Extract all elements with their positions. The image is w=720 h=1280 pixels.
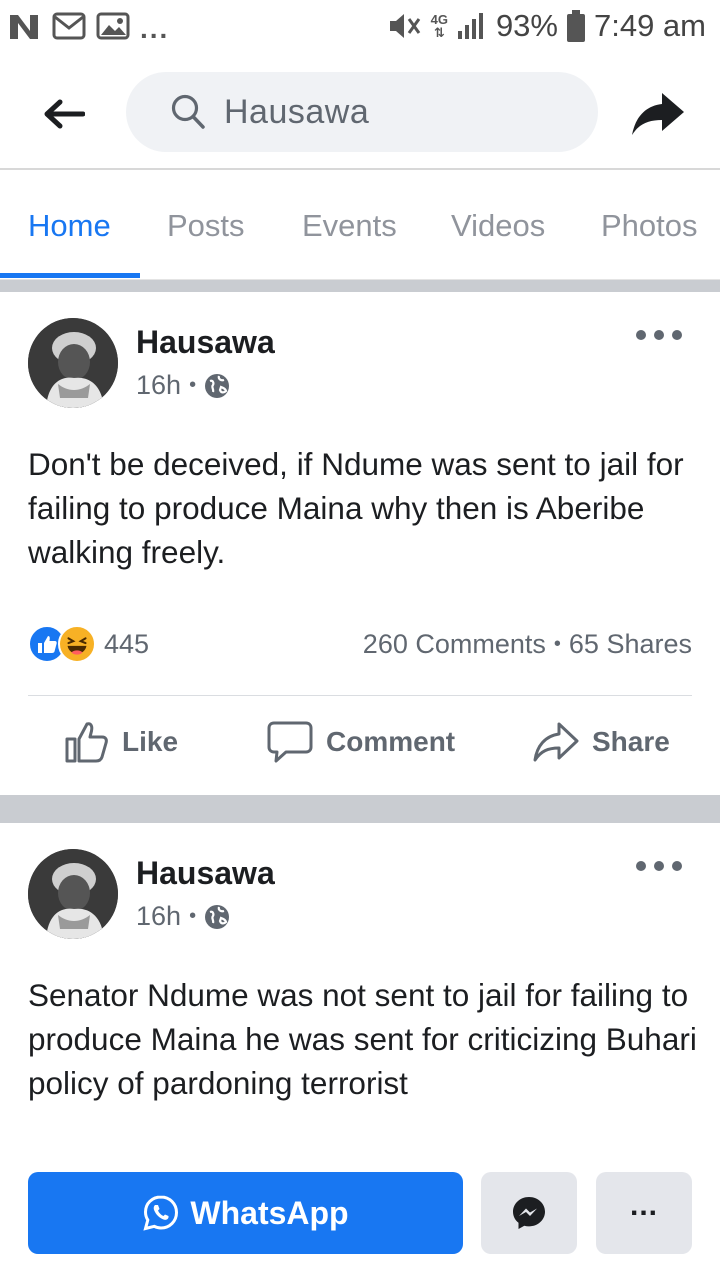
whatsapp-icon	[143, 1195, 179, 1231]
more-options-label: ...	[629, 1189, 658, 1222]
avatar-image	[28, 318, 118, 408]
clock: 7:49 am	[593, 8, 706, 43]
post-options-button[interactable]	[636, 320, 682, 350]
page-tabs: Home Posts Events Videos Photos	[0, 170, 720, 280]
more-dot	[636, 861, 646, 871]
status-bar: ... 4G ⇅ 93% 7:49 am	[0, 0, 720, 52]
status-left: ...	[8, 7, 169, 45]
like-button[interactable]: Like	[64, 720, 178, 764]
network-type: 4G ⇅	[431, 13, 448, 39]
notification-n-icon	[8, 11, 42, 41]
like-icon	[65, 722, 108, 763]
search-input[interactable]: Hausawa	[126, 72, 598, 152]
tab-photos[interactable]: Photos	[601, 208, 698, 244]
signal-icon	[456, 11, 488, 41]
network-arrows-icon: ⇅	[433, 25, 445, 40]
tab-home[interactable]: Home	[28, 208, 111, 244]
search-query: Hausawa	[224, 92, 370, 131]
post-separator	[0, 795, 720, 823]
back-arrow-icon	[44, 99, 85, 129]
comment-button[interactable]: Comment	[266, 720, 455, 764]
like-label: Like	[122, 726, 179, 757]
messenger-icon	[513, 1197, 545, 1229]
search-icon	[171, 94, 205, 129]
post-card: Hausawa 16h • Senator Ndume was not sent…	[0, 823, 720, 1168]
status-right: 4G ⇅ 93% 7:49 am	[387, 8, 706, 44]
post-text: Don't be deceived, if Ndume was sent to …	[28, 446, 684, 570]
search-header: Hausawa	[0, 52, 720, 170]
share-icon	[533, 722, 579, 762]
email-icon	[52, 11, 86, 41]
avatar-image	[28, 849, 118, 939]
back-button[interactable]	[40, 90, 88, 138]
section-separator	[0, 280, 720, 292]
post-time: 16h	[136, 901, 182, 931]
post-meta: 16h •	[136, 370, 230, 401]
more-dot	[672, 861, 682, 871]
post-meta: 16h •	[136, 901, 230, 932]
share-button[interactable]: Share	[532, 720, 670, 764]
meta-separator: •	[189, 905, 197, 927]
share-count[interactable]: 65 Shares	[569, 629, 692, 660]
more-dot	[636, 330, 646, 340]
post-options-button[interactable]	[636, 851, 682, 881]
tab-videos[interactable]: Videos	[451, 208, 545, 244]
share-label: Share	[592, 726, 670, 757]
post-divider	[28, 695, 692, 696]
avatar[interactable]	[28, 318, 118, 408]
whatsapp-label: WhatsApp	[190, 1194, 349, 1231]
haha-reaction-icon	[58, 625, 96, 663]
tab-posts[interactable]: Posts	[167, 208, 245, 244]
tab-events[interactable]: Events	[302, 208, 397, 244]
post-author[interactable]: Hausawa	[136, 855, 275, 892]
post-text: Senator Ndume was not sent to jail for f…	[28, 977, 697, 1101]
more-dot	[654, 861, 664, 871]
post-author[interactable]: Hausawa	[136, 324, 275, 361]
reaction-count: 445	[104, 628, 150, 659]
more-dot	[654, 330, 664, 340]
comment-icon	[267, 721, 313, 763]
mute-icon	[387, 9, 423, 43]
avatar[interactable]	[28, 849, 118, 939]
meta-separator: •	[189, 374, 197, 396]
more-options-button[interactable]: ...	[596, 1172, 692, 1254]
battery-icon	[566, 9, 586, 43]
globe-icon	[205, 904, 230, 929]
reaction-summary[interactable]: 445	[28, 625, 149, 663]
post-time: 16h	[136, 370, 182, 400]
active-tab-indicator	[0, 273, 140, 278]
post-card: Hausawa 16h • Don't be deceived, if Ndum…	[0, 292, 720, 795]
engagement-stats: 260 Comments • 65 Shares	[363, 629, 692, 660]
comment-count[interactable]: 260 Comments	[363, 629, 546, 660]
status-more: ...	[140, 13, 170, 44]
share-page-button[interactable]	[628, 88, 688, 140]
stats-separator: •	[553, 633, 561, 655]
messenger-button[interactable]	[481, 1172, 577, 1254]
globe-icon	[205, 373, 230, 398]
more-dot	[672, 330, 682, 340]
image-icon	[96, 11, 130, 41]
comment-label: Comment	[326, 726, 456, 757]
whatsapp-button[interactable]: WhatsApp	[28, 1172, 463, 1254]
battery-percent: 93%	[495, 8, 558, 43]
share-arrow-icon	[632, 93, 684, 135]
